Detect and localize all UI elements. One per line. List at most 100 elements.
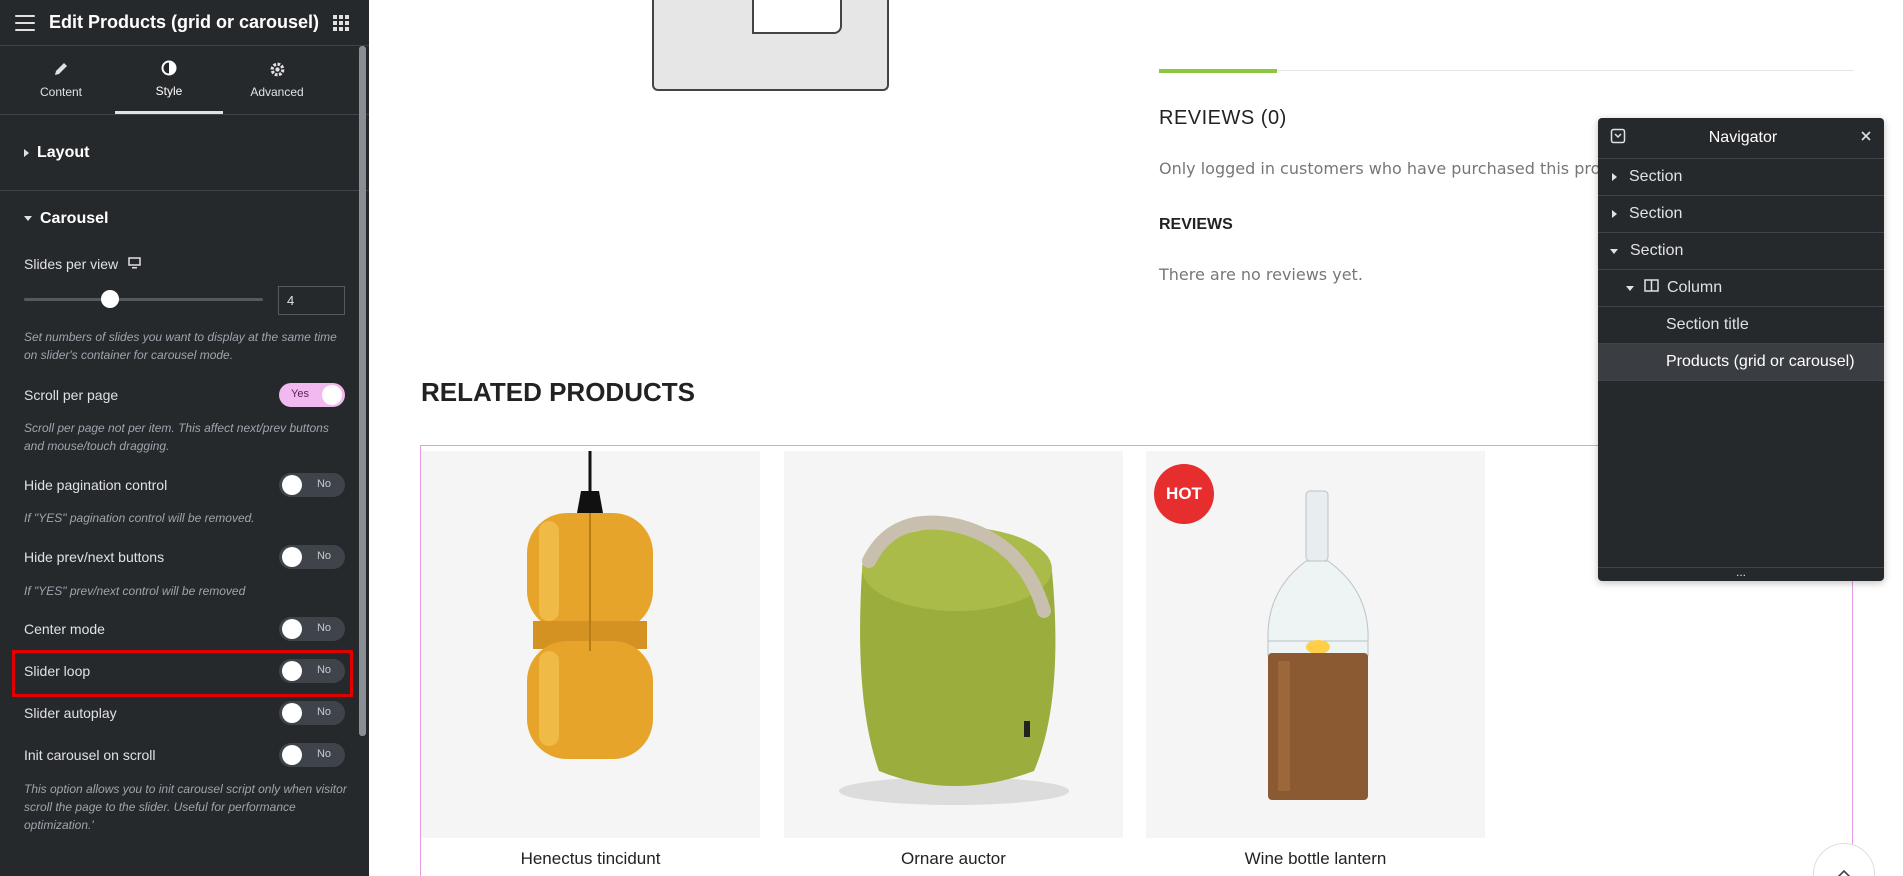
slides-per-view-row: Slides per view (24, 256, 345, 272)
product-card[interactable]: Henectus tincidunt (421, 451, 760, 869)
section-carousel[interactable]: Carousel (0, 191, 369, 246)
caret-down-icon (1610, 248, 1618, 254)
toggle-state: Yes (291, 388, 309, 400)
tab-style-label: Style (155, 83, 183, 98)
navigator-title: Navigator (1708, 129, 1778, 146)
gear-icon (269, 61, 286, 79)
caret-right-icon (24, 148, 29, 157)
navigator-item-label: Column (1667, 279, 1723, 296)
navigator-item-column[interactable]: Column (1598, 270, 1884, 307)
slides-per-view-input[interactable] (278, 286, 345, 315)
caret-down-icon (1626, 285, 1634, 291)
navigator-item-section[interactable]: Section (1598, 196, 1884, 233)
init-on-scroll-toggle[interactable]: No (279, 743, 345, 767)
product-name[interactable]: Henectus tincidunt (421, 849, 760, 869)
panel-tabs: Content Style Advanced (0, 46, 369, 115)
hide-prevnext-description: If "YES" prev/next control will be remov… (24, 584, 246, 598)
navigator-resize-handle[interactable]: ... (1598, 566, 1884, 581)
widgets-grid-icon[interactable] (333, 14, 349, 31)
caret-right-icon (1612, 210, 1617, 218)
section-layout[interactable]: Layout (0, 115, 369, 190)
navigator-item-label: Section (1629, 168, 1683, 185)
collapse-navigator-icon[interactable] (1610, 128, 1626, 149)
center-mode-toggle[interactable]: No (279, 617, 345, 641)
highlight-box (12, 650, 353, 697)
tab-content-label: Content (39, 85, 83, 99)
product-name[interactable]: Wine bottle lantern (1146, 849, 1485, 869)
product-image[interactable]: HOT (1146, 451, 1485, 838)
tab-style[interactable]: Style (115, 46, 223, 114)
slider-handle[interactable] (101, 290, 120, 308)
contrast-icon (161, 60, 177, 78)
navigator-item-section[interactable]: Section (1598, 159, 1884, 196)
slides-per-view-label: Slides per view (24, 256, 119, 272)
init-on-scroll-row: Init carousel on scroll No (24, 743, 345, 767)
section-layout-label: Layout (37, 143, 90, 161)
init-on-scroll-label: Init carousel on scroll (24, 747, 156, 763)
panel-scrollbar[interactable] (359, 46, 366, 736)
navigator-item-section-title[interactable]: Section title (1598, 307, 1884, 344)
product-card[interactable]: Ornare auctor (784, 451, 1123, 869)
navigator-item-label: Products (grid or carousel) (1666, 353, 1855, 370)
center-mode-label: Center mode (24, 621, 105, 637)
active-tab-indicator (1159, 69, 1277, 73)
hide-prevnext-toggle[interactable]: No (279, 545, 345, 569)
product-card[interactable]: HOT Wine bottle lantern (1146, 451, 1485, 869)
product-image[interactable] (784, 451, 1123, 838)
product-image[interactable] (421, 451, 760, 838)
hide-prevnext-label: Hide prev/next buttons (24, 549, 165, 565)
navigator-panel: Navigator Section Section Section Column… (1598, 118, 1884, 581)
center-mode-row: Center mode No (24, 617, 345, 641)
tab-advanced-label: Advanced (250, 85, 304, 99)
slider-autoplay-toggle[interactable]: No (279, 701, 345, 725)
related-products-heading: RELATED PRODUCTS (421, 377, 695, 407)
scroll-per-page-toggle[interactable]: Yes (279, 383, 345, 407)
navigator-item-label: Section (1629, 205, 1683, 222)
reviews-subheading: REVIEWS (1159, 216, 1233, 233)
toggle-state: No (316, 748, 331, 760)
hide-pagination-row: Hide pagination control No (24, 473, 345, 497)
product-image-placeholder (652, 0, 889, 91)
reviews-notice: Only logged in customers who have purcha… (1159, 159, 1657, 178)
hide-prevnext-row: Hide prev/next buttons No (24, 545, 345, 569)
scroll-per-page-label: Scroll per page (24, 387, 119, 403)
scroll-per-page-row: Scroll per page Yes (24, 383, 345, 407)
hide-pagination-description: If "YES" pagination control will be remo… (24, 511, 255, 525)
toggle-state: No (316, 706, 331, 718)
slider-autoplay-row: Slider autoplay No (24, 701, 345, 725)
toggle-state: No (316, 622, 331, 634)
navigator-header[interactable]: Navigator (1598, 118, 1884, 159)
slides-per-view-description: Set numbers of slides you want to displa… (24, 330, 337, 362)
desktop-icon[interactable] (128, 256, 141, 272)
caret-down-icon (24, 216, 32, 221)
navigator-item-label: Section (1630, 242, 1684, 259)
caret-right-icon (1612, 173, 1617, 181)
hot-badge: HOT (1154, 464, 1214, 524)
panel-title: Edit Products (grid or carousel) (48, 12, 320, 32)
slides-per-view-slider[interactable] (24, 298, 263, 301)
product-name[interactable]: Ornare auctor (784, 849, 1123, 869)
slider-autoplay-label: Slider autoplay (24, 705, 117, 721)
hide-pagination-toggle[interactable]: No (279, 473, 345, 497)
column-icon (1644, 279, 1659, 297)
section-carousel-label: Carousel (40, 209, 109, 227)
menu-icon[interactable] (15, 14, 35, 31)
close-icon[interactable] (1860, 129, 1872, 147)
pencil-icon (53, 61, 69, 79)
toggle-state: No (316, 550, 331, 562)
hide-pagination-label: Hide pagination control (24, 477, 168, 493)
scroll-per-page-description: Scroll per page not per item. This affec… (24, 421, 329, 453)
panel-header: Edit Products (grid or carousel) (0, 0, 369, 46)
tab-content[interactable]: Content (7, 46, 115, 114)
no-reviews-text: There are no reviews yet. (1159, 265, 1363, 284)
toggle-state: No (316, 478, 331, 490)
init-on-scroll-description: This option allows you to init carousel … (24, 782, 347, 832)
page-canvas: REVIEWS (0) Only logged in customers who… (369, 0, 1903, 876)
navigator-item-section[interactable]: Section (1598, 233, 1884, 270)
chevron-up-icon (1835, 864, 1853, 876)
reviews-heading: REVIEWS (0) (1159, 107, 1287, 129)
editor-panel: Edit Products (grid or carousel) Content… (0, 0, 369, 876)
tab-advanced[interactable]: Advanced (223, 46, 331, 114)
navigator-item-label: Section title (1666, 316, 1749, 333)
navigator-item-products[interactable]: Products (grid or carousel) (1598, 344, 1884, 381)
